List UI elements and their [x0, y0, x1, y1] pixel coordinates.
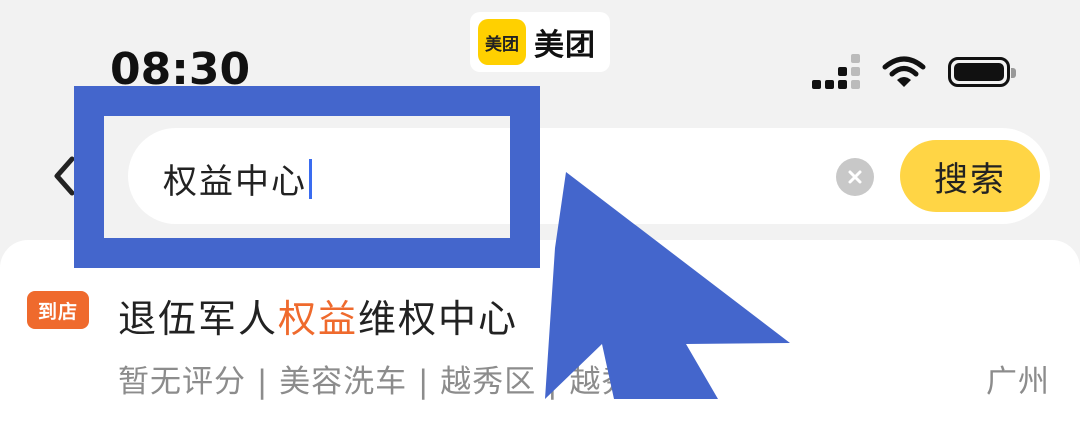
annotation-arrow-icon — [545, 172, 790, 399]
